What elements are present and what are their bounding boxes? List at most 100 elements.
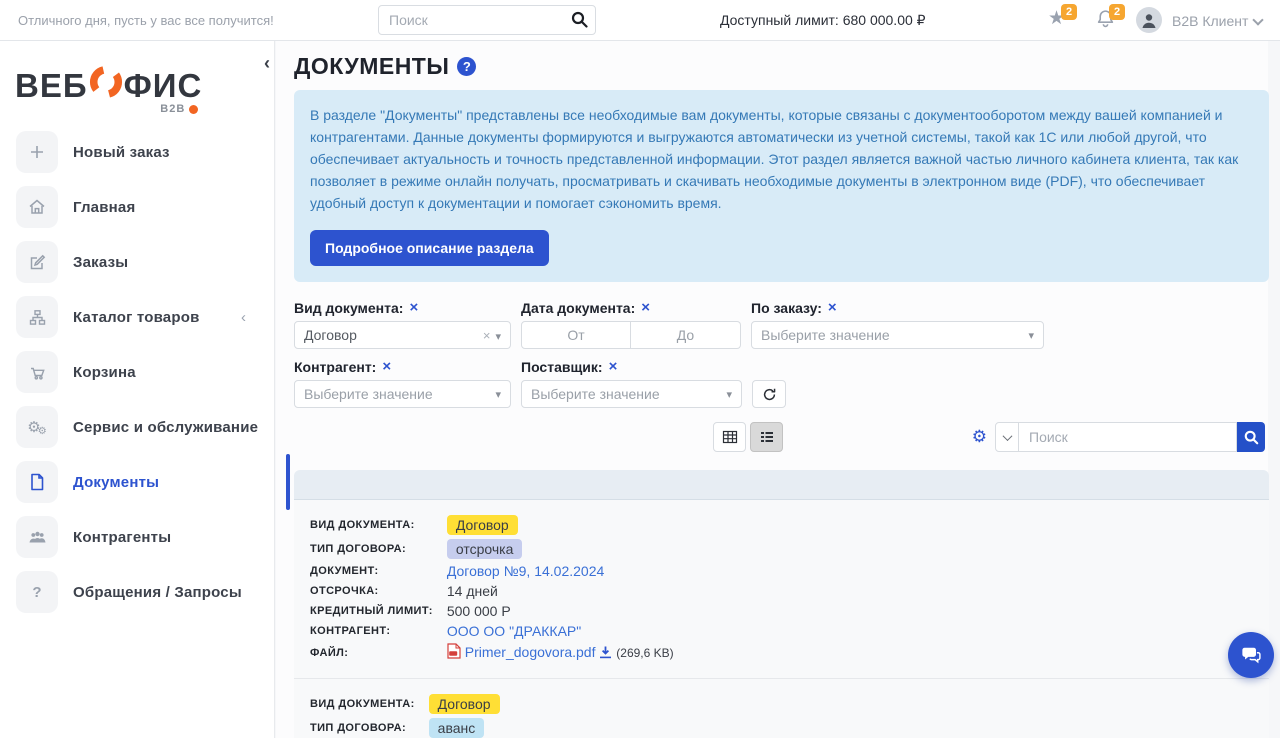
user-name[interactable]: B2B Клиент xyxy=(1172,13,1248,29)
field-label: ВИД ДОКУМЕНТА: xyxy=(310,692,429,716)
catalog-icon xyxy=(16,296,58,338)
filter-doc-date: Дата документа: × xyxy=(521,300,741,349)
global-search xyxy=(378,5,596,35)
date-to-input[interactable] xyxy=(631,321,741,349)
filter-counterparty-select[interactable]: Выберите значение ▾ xyxy=(294,380,511,408)
file-link[interactable]: Primer_dogovora.pdf xyxy=(465,644,596,660)
filter-supplier-select[interactable]: Выберите значение ▾ xyxy=(521,380,742,408)
sidebar-menu: Новый заказ Главная Заказы Каталог товар… xyxy=(0,131,274,626)
filter-doc-type-select[interactable]: Договор ×▾ xyxy=(294,321,511,349)
sidebar-item-home[interactable]: Главная xyxy=(16,186,274,228)
list-settings-gear-icon[interactable]: ⚙ xyxy=(972,427,987,447)
help-icon[interactable]: ? xyxy=(457,57,476,76)
filter-by-order-placeholder: Выберите значение xyxy=(761,327,890,343)
list-tools: ⚙ xyxy=(294,422,1269,454)
notifications-icon[interactable]: 2 xyxy=(1096,8,1115,34)
chevron-down-icon xyxy=(1002,431,1012,441)
logo: ВЕБ ФИС B2B xyxy=(15,65,202,115)
sidebar-item-service[interactable]: ⚙⚙ Сервис и обслуживание xyxy=(16,406,274,448)
sidebar-item-documents[interactable]: Документы xyxy=(16,461,274,503)
list-header xyxy=(294,470,1269,500)
active-item-indicator xyxy=(286,454,290,510)
filter-doc-date-label: Дата документа: xyxy=(521,300,635,316)
field-value: ООО ОО "ДРАККАР" xyxy=(447,621,674,641)
field-value: Договор xyxy=(447,513,674,537)
chevron-down-icon: ▾ xyxy=(495,331,501,343)
value-badge: Договор xyxy=(429,694,500,714)
gears-icon: ⚙⚙ xyxy=(16,406,58,448)
global-search-input[interactable] xyxy=(378,5,596,35)
list-view-button[interactable] xyxy=(750,422,783,452)
field-value: Primer_dogovora.pdf (269,6 KB) xyxy=(447,641,674,664)
search-icon[interactable] xyxy=(571,11,588,33)
field-value: 500 000 Р xyxy=(447,601,674,621)
value-link[interactable]: ООО ОО "ДРАККАР" xyxy=(447,623,581,639)
field-label: ВИД ДОКУМЕНТА: xyxy=(310,513,447,537)
select-clear-icon[interactable]: × xyxy=(483,328,491,343)
home-icon xyxy=(16,186,58,228)
filter-supplier-placeholder: Выберите значение xyxy=(531,386,660,402)
documents-icon xyxy=(16,461,58,503)
download-icon[interactable] xyxy=(599,646,612,662)
section-description: В разделе "Документы" представлены все н… xyxy=(310,104,1253,214)
favorites-badge: 2 xyxy=(1061,4,1077,20)
field-label: ТИП ДОГОВОРА: xyxy=(310,537,447,561)
pdf-icon xyxy=(447,643,461,662)
doc-field-row: ОТСРОЧКА:14 дней xyxy=(310,581,674,601)
value-link[interactable]: Договор №9, 14.02.2024 xyxy=(447,563,604,579)
doc-field-row: ТИП ДОГОВОРА:отсрочка xyxy=(310,537,674,561)
field-value: аванс xyxy=(429,716,656,738)
filter-by-order-clear-icon[interactable]: × xyxy=(828,301,837,315)
filter-doc-date-clear-icon[interactable]: × xyxy=(641,301,650,315)
sidebar-collapse-icon[interactable]: ‹ xyxy=(264,55,270,71)
doc-field-row: КОНТРАГЕНТ:ООО ОО "ДРАККАР" xyxy=(310,621,674,641)
filter-doc-type-label: Вид документа: xyxy=(294,300,403,316)
doc-field-row: КРЕДИТНЫЙ ЛИМИТ:500 000 Р xyxy=(310,601,674,621)
sidebar-item-cart[interactable]: Корзина xyxy=(16,351,274,393)
field-label: КРЕДИТНЫЙ ЛИМИТ: xyxy=(310,601,447,621)
list-search-button[interactable] xyxy=(1237,422,1265,452)
logo-o-icon xyxy=(89,65,123,107)
cart-icon xyxy=(16,351,58,393)
favorites-icon[interactable]: ★ 2 xyxy=(1048,8,1065,30)
refresh-button[interactable] xyxy=(752,380,786,408)
filter-supplier-clear-icon[interactable]: × xyxy=(609,360,618,374)
top-bar: Отличного дня, пусть у вас все получится… xyxy=(0,0,1280,41)
section-details-button[interactable]: Подробное описание раздела xyxy=(310,230,549,266)
field-value: Договор xyxy=(429,692,656,716)
filter-counterparty-label: Контрагент: xyxy=(294,359,376,375)
filter-counterparty-clear-icon[interactable]: × xyxy=(382,360,391,374)
field-value: 14 дней xyxy=(447,581,674,601)
logo-b2b-label: B2B xyxy=(160,103,185,115)
chat-button[interactable] xyxy=(1228,632,1274,678)
sidebar-item-orders[interactable]: Заказы xyxy=(16,241,274,283)
sidebar-item-counterparties[interactable]: Контрагенты xyxy=(16,516,274,558)
sidebar-item-requests[interactable]: ? Обращения / Запросы xyxy=(16,571,274,613)
search-options-dropdown[interactable] xyxy=(995,422,1019,452)
list-search-input[interactable] xyxy=(1019,422,1237,452)
date-from-input[interactable] xyxy=(521,321,631,349)
logo-text-1: ВЕБ xyxy=(15,67,88,105)
available-limit: Доступный лимит: 680 000.00 ₽ xyxy=(720,12,926,29)
page-title: ДОКУМЕНТЫ xyxy=(294,53,449,80)
orders-icon xyxy=(16,241,58,283)
table-view-button[interactable] xyxy=(713,422,746,452)
logo-text-2: ФИС xyxy=(124,67,203,105)
catalog-expand-chevron-icon[interactable]: ‹ xyxy=(241,309,246,326)
filter-by-order-select[interactable]: Выберите значение ▾ xyxy=(751,321,1044,349)
avatar[interactable] xyxy=(1136,7,1162,33)
plus-icon xyxy=(16,131,58,173)
field-value: Договор №9, 14.02.2024 xyxy=(447,561,674,581)
field-label: ФАЙЛ: xyxy=(310,641,447,664)
main-content: ДОКУМЕНТЫ ? В разделе "Документы" предст… xyxy=(276,41,1268,738)
sidebar-item-catalog[interactable]: Каталог товаров ‹ xyxy=(16,296,274,338)
section-info-box: В разделе "Документы" представлены все н… xyxy=(294,90,1269,282)
user-menu-chevron-icon[interactable] xyxy=(1252,14,1263,25)
chevron-down-icon: ▾ xyxy=(726,388,732,401)
filter-by-order-label: По заказу: xyxy=(751,300,822,316)
sidebar: ‹ ВЕБ ФИС B2B Новый заказ Главная xyxy=(0,41,275,738)
sidebar-item-new-order[interactable]: Новый заказ xyxy=(16,131,274,173)
field-label: КОНТРАГЕНТ: xyxy=(310,621,447,641)
filter-doc-type-clear-icon[interactable]: × xyxy=(409,301,418,315)
filter-counterparty: Контрагент: × Выберите значение ▾ xyxy=(294,359,511,408)
